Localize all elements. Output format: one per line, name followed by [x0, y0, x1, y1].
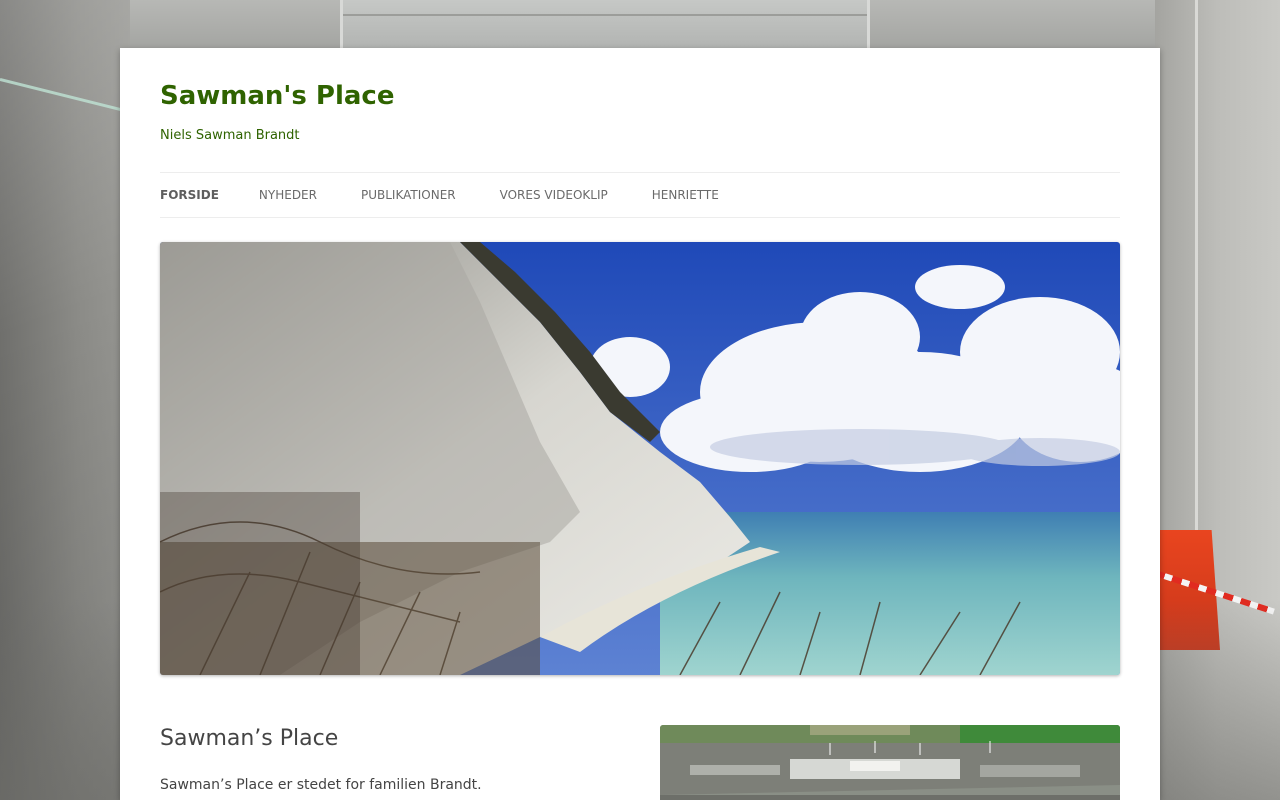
entry: Sawman’s Place Sawman’s Place er stedet …: [160, 725, 640, 800]
nav-item-vores-videoklip[interactable]: VORES VIDEOKLIP: [500, 188, 608, 202]
site-description: Niels Sawman Brandt: [160, 128, 300, 143]
site-title-link[interactable]: Sawman's Place: [160, 79, 394, 113]
header-image: [160, 242, 1120, 675]
entry-text: Sawman’s Place er stedet for familien Br…: [160, 777, 482, 793]
bg-ceiling-slab: [340, 0, 870, 48]
page-container: Sawman's Place Niels Sawman Brandt FORSI…: [120, 48, 1160, 800]
nav-item-publikationer[interactable]: PUBLIKATIONER: [361, 188, 456, 202]
main-navigation: FORSIDE NYHEDER PUBLIKATIONER VORES VIDE…: [160, 172, 1120, 218]
side-image[interactable]: [660, 725, 1120, 800]
aerial-construction-image: [660, 725, 1120, 800]
content-area: Sawman’s Place Sawman’s Place er stedet …: [160, 725, 1120, 800]
nav-item-forside[interactable]: FORSIDE: [160, 188, 219, 202]
entry-title: Sawman’s Place: [160, 726, 339, 751]
nav-item-nyheder[interactable]: NYHEDER: [259, 188, 317, 202]
nav-item-henriette[interactable]: HENRIETTE: [652, 188, 719, 202]
site-header: Sawman's Place Niels Sawman Brandt FORSI…: [160, 48, 1120, 675]
cliff-seascape-image: [160, 242, 1120, 675]
